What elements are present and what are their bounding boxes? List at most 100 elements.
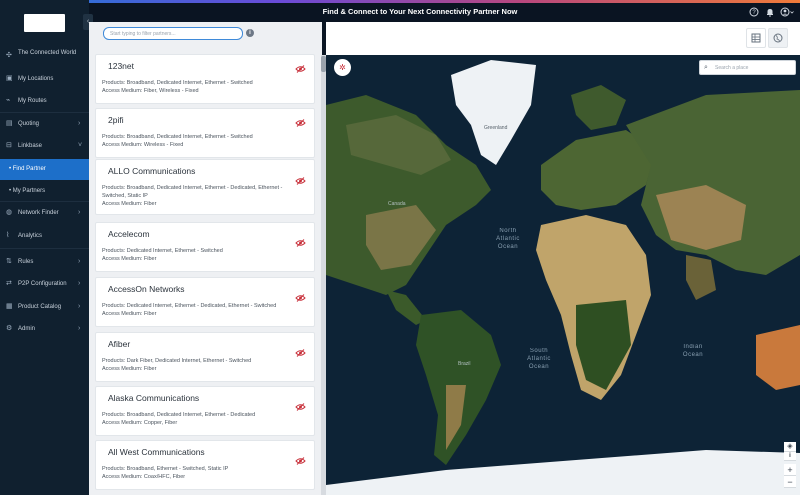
sidebar: ‹ ✣ The Connected World ▣ My Locations ⌁… [0,0,93,495]
eye-off-icon[interactable] [295,294,306,302]
partner-products: Products: Dedicated Internet, Ethernet -… [102,303,277,317]
partner-medium: Access Medium: Coax/HFC, Fiber [102,474,186,480]
partner-medium: Access Medium: Fiber [102,366,157,372]
sidebar-divider [0,112,89,113]
admin-icon: ⚙ [6,325,13,332]
partner-card[interactable]: AccessOn Networks Products: Dedicated In… [95,277,315,327]
zoom-in-icon[interactable]: + [784,464,796,476]
partner-card[interactable]: 123net Products: Broadband, Dedicated In… [95,54,315,104]
zoom-out-icon[interactable]: − [784,476,796,488]
table-view-icon[interactable] [746,28,766,48]
view-toolbar [326,22,800,55]
partner-medium: Access Medium: Fiber [102,256,157,262]
partner-card[interactable]: All West Communications Products: Broadb… [95,440,315,490]
ocean-label: North Atlantic Ocean [496,228,520,250]
partner-search-input[interactable]: Start typing to filter partners... [103,27,243,40]
partner-products: Products: Dark Fiber, Dedicated Internet… [102,358,252,372]
partner-card[interactable]: Alaska Communications Products: Broadban… [95,386,315,436]
top-bar: Find & Connect to Your Next Connectivity… [0,0,800,22]
partner-card[interactable]: Accelecom Products: Dedicated Internet, … [95,222,315,272]
map-view-icon[interactable] [768,28,788,48]
chevron-right-icon: › [78,280,81,287]
chevron-right-icon: › [78,325,81,332]
info-icon[interactable]: i [246,29,254,37]
partner-name: AccessOn Networks [108,284,185,294]
partner-name: 123net [108,61,134,71]
sidebar-item-find-partner[interactable]: • Find Partner [0,159,89,180]
partner-name: All West Communications [108,447,205,457]
sidebar-item-my-locations[interactable]: ▣ My Locations [0,75,89,85]
map-tiles [326,55,800,495]
partner-name: Afiber [108,339,131,349]
network-icon: ✣ [6,52,12,59]
user-icon[interactable] [780,7,794,17]
partner-card[interactable]: ALLO Communications Products: Broadband,… [95,159,315,215]
map-label: Greenland [484,125,508,131]
partner-medium: Access Medium: Wireless - Fixed [102,142,184,148]
sidebar-item-admin[interactable]: ⚙ Admin › [0,325,89,335]
chevron-right-icon: › [78,303,81,310]
partner-medium: Access Medium: Fiber [102,311,157,317]
partner-products: Products: Broadband, Ethernet - Switched… [102,466,229,480]
eye-off-icon[interactable] [295,119,306,127]
partner-list-panel: Start typing to filter partners... i 123… [89,22,322,495]
sidebar-divider [0,248,89,249]
page-title: Find & Connect to Your Next Connectivity… [322,7,518,16]
partner-products: Products: Dedicated Internet, Ethernet -… [102,248,223,262]
top-accent-stripe [0,0,800,3]
sidebar-item-rules[interactable]: ⇅ Rules › [0,258,89,268]
analytics-icon: ⌇ [6,232,10,239]
partner-name: 2pifi [108,115,124,125]
company-logo[interactable] [24,14,65,32]
partner-products: Products: Broadband, Dedicated Internet,… [102,134,253,148]
eye-off-icon[interactable] [295,457,306,465]
sidebar-item-connected-world[interactable]: ✣ The Connected World [0,48,89,66]
sidebar-item-network-finder[interactable]: ◍ Network Finder › [0,209,89,219]
partner-products: Products: Broadband, Dedicated Internet,… [102,185,283,207]
partner-card[interactable]: 2pifi Products: Broadband, Dedicated Int… [95,108,315,158]
help-icon[interactable]: ? [749,7,759,17]
route-icon: ⌁ [6,97,11,104]
partner-products: Products: Broadband, Dedicated Internet,… [102,412,256,426]
bell-icon[interactable] [765,7,775,17]
sidebar-divider [0,201,89,202]
rules-icon: ⇅ [6,258,12,265]
eye-off-icon[interactable] [295,349,306,357]
eye-off-icon[interactable] [295,239,306,247]
eye-off-icon[interactable] [295,403,306,411]
partner-card[interactable]: Afiber Products: Dark Fiber, Dedicated I… [95,332,315,382]
partner-medium: Access Medium: Fiber, Wireless - Fixed [102,88,199,94]
chevron-right-icon: › [78,209,81,216]
ocean-label: Indian Ocean [682,344,704,358]
partner-medium: Access Medium: Copper, Fiber [102,420,178,426]
chevron-right-icon: › [78,120,81,127]
info-icon[interactable]: i [784,452,796,461]
partner-medium: Access Medium: Fiber [102,201,157,207]
ocean-label: South Atlantic Ocean [527,348,551,370]
filter-off-icon[interactable]: ✲ [334,59,351,76]
sidebar-item-linkbase[interactable]: ⊟ Linkbase ˅ [0,142,89,152]
map-label: Brazil [458,361,471,367]
sidebar-item-analytics[interactable]: ⌇ Analytics [0,232,89,242]
eye-off-icon[interactable] [295,65,306,73]
sidebar-item-quoting[interactable]: ▤ Quoting › [0,120,89,130]
partner-name: ALLO Communications [108,166,196,176]
sidebar-item-my-partners[interactable]: • My Partners [0,187,89,197]
partner-name: Accelecom [108,229,150,239]
sidebar-item-product-catalog[interactable]: ▦ Product Catalog › [0,303,89,313]
eye-off-icon[interactable] [295,177,306,185]
linkbase-icon: ⊟ [6,142,12,149]
chevron-right-icon: › [78,258,81,265]
map-search-input[interactable]: ⌕ Search a place [699,60,796,75]
location-icon: ▣ [6,75,13,82]
partner-products: Products: Broadband, Dedicated Internet,… [102,80,253,94]
chevron-down-icon: ˅ [78,142,83,149]
world-map[interactable]: ✲ ⌕ Search a place Greenland Canada Braz… [326,55,800,495]
sidebar-item-p2p-configuration[interactable]: ⇄ P2P Configuration › [0,280,89,290]
search-icon: ⌕ [704,64,708,71]
compass-icon[interactable]: ◈ [784,442,796,452]
partner-name: Alaska Communications [108,393,200,403]
sidebar-item-my-routes[interactable]: ⌁ My Routes [0,97,89,107]
quote-icon: ▤ [6,120,13,127]
globe-icon: ◍ [6,209,13,216]
